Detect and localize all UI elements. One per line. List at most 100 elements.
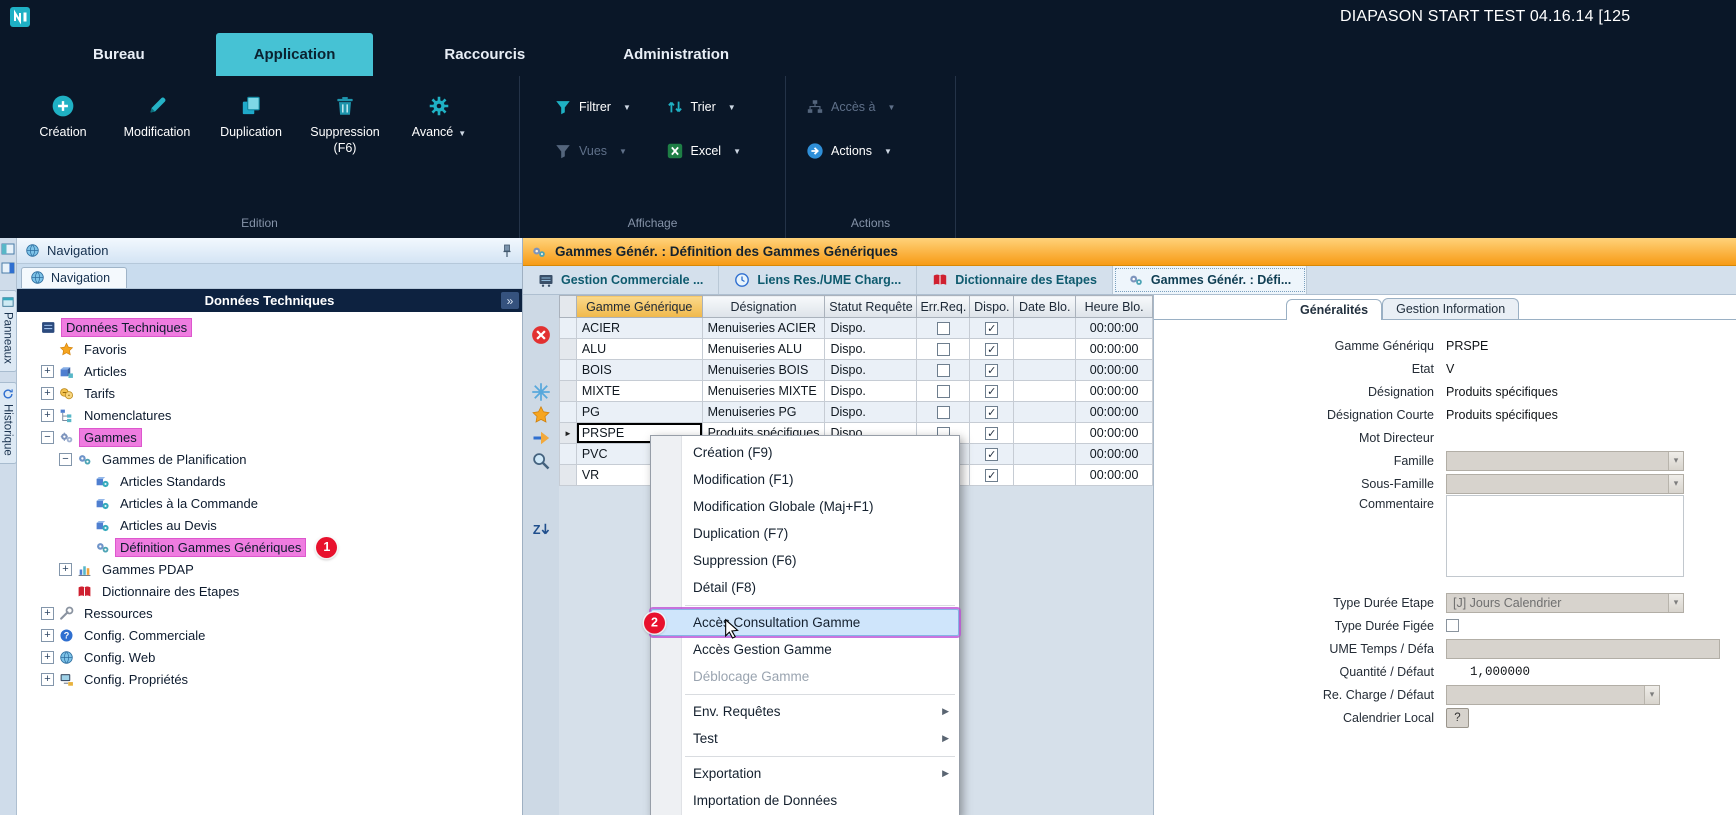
expand-icon[interactable]: + xyxy=(41,651,54,664)
row-selector[interactable] xyxy=(560,318,577,339)
expand-icon[interactable]: + xyxy=(41,673,54,686)
menu-item-env-requetes[interactable]: Env. Requêtes▶ xyxy=(651,698,959,725)
tree-item-gammes-pdap[interactable]: +Gammes PDAP xyxy=(17,558,522,580)
tab-navigation[interactable]: Navigation xyxy=(21,267,127,288)
search-button[interactable] xyxy=(531,451,551,471)
menu-item-importation-de-donnees[interactable]: Importation de Données xyxy=(651,787,959,814)
collapse-icon[interactable]: − xyxy=(41,431,54,444)
cell-err-req[interactable] xyxy=(917,381,970,402)
checkbox-dispo[interactable] xyxy=(985,406,998,419)
cell-gamme[interactable]: BOIS xyxy=(576,360,702,381)
checkbox-dispo[interactable] xyxy=(985,427,998,440)
grid-row-alu[interactable]: ALUMenuiseries ALUDispo.00:00:00 xyxy=(560,339,1153,360)
menu-item-creation-f9[interactable]: Création (F9) xyxy=(651,439,959,466)
tree-item-gammes[interactable]: −Gammes xyxy=(17,426,522,448)
tree-item-definition-gammes-generiques[interactable]: Définition Gammes Génériques1 xyxy=(17,536,522,558)
cell-heure-blo[interactable]: 00:00:00 xyxy=(1076,381,1153,402)
expand-icon[interactable]: + xyxy=(41,387,54,400)
column-header-statut-requete[interactable]: Statut Requête xyxy=(825,296,917,318)
filter-settings-button[interactable] xyxy=(531,382,551,402)
cell-err-req[interactable] xyxy=(917,402,970,423)
cell-date-blo[interactable] xyxy=(1014,423,1076,444)
cell-heure-blo[interactable]: 00:00:00 xyxy=(1076,465,1153,486)
checkbox-err-req[interactable] xyxy=(937,343,950,356)
cell-dispo[interactable] xyxy=(970,444,1014,465)
tab-generalites[interactable]: Généralités xyxy=(1286,299,1382,320)
column-header-gamme-generique[interactable]: Gamme Générique xyxy=(576,296,702,318)
cell-dispo[interactable] xyxy=(970,381,1014,402)
grid-row-acier[interactable]: ACIERMenuiseries ACIERDispo.00:00:00 xyxy=(560,318,1153,339)
cell-heure-blo[interactable]: 00:00:00 xyxy=(1076,402,1153,423)
menu-item-modification-globale-maj-f1[interactable]: Modification Globale (Maj+F1) xyxy=(651,493,959,520)
cell-statut[interactable]: Dispo. xyxy=(825,360,917,381)
excel-button[interactable]: Excel ▼ xyxy=(666,142,778,160)
cell-date-blo[interactable] xyxy=(1014,318,1076,339)
cell-gamme[interactable]: PG xyxy=(576,402,702,423)
tree-item-config-web[interactable]: +Config. Web xyxy=(17,646,522,668)
checkbox-dispo[interactable] xyxy=(985,343,998,356)
expand-icon[interactable]: + xyxy=(41,365,54,378)
cell-date-blo[interactable] xyxy=(1014,339,1076,360)
tab-administration[interactable]: Administration xyxy=(596,33,756,76)
cell-heure-blo[interactable]: 00:00:00 xyxy=(1076,318,1153,339)
cell-date-blo[interactable] xyxy=(1014,360,1076,381)
cell-designation[interactable]: Menuiseries BOIS xyxy=(702,360,825,381)
cell-date-blo[interactable] xyxy=(1014,444,1076,465)
tree-item-tarifs[interactable]: +Tarifs xyxy=(17,382,522,404)
cell-dispo[interactable] xyxy=(970,339,1014,360)
cell-gamme[interactable]: ACIER xyxy=(576,318,702,339)
cell-date-blo[interactable] xyxy=(1014,381,1076,402)
row-selector[interactable] xyxy=(560,444,577,465)
menu-item-detail-f8[interactable]: Détail (F8) xyxy=(651,574,959,601)
checkbox-err-req[interactable] xyxy=(937,322,950,335)
expand-icon[interactable]: + xyxy=(41,409,54,422)
row-selector[interactable] xyxy=(560,360,577,381)
tree-item-articles-au-devis[interactable]: Articles au Devis xyxy=(17,514,522,536)
form-textarea[interactable] xyxy=(1446,495,1684,577)
actions-button[interactable]: Actions ▼ xyxy=(806,142,928,160)
panel-tab-panneaux[interactable]: Panneaux xyxy=(0,290,17,372)
tab-dictionnaire-etapes[interactable]: Dictionnaire des Etapes xyxy=(917,266,1113,294)
row-selector[interactable] xyxy=(560,402,577,423)
row-selector[interactable]: ► xyxy=(560,423,577,444)
cell-heure-blo[interactable]: 00:00:00 xyxy=(1076,339,1153,360)
panel-layout-icon[interactable] xyxy=(1,261,15,275)
column-header-designation[interactable]: Désignation xyxy=(702,296,825,318)
expand-panel-button[interactable]: » xyxy=(501,292,519,309)
cell-designation[interactable]: Menuiseries ALU xyxy=(702,339,825,360)
tree-item-favoris[interactable]: Favoris xyxy=(17,338,522,360)
column-header-dispo[interactable]: Dispo. xyxy=(970,296,1014,318)
cell-date-blo[interactable] xyxy=(1014,465,1076,486)
favorites-button[interactable] xyxy=(531,405,551,425)
row-selector[interactable] xyxy=(560,465,577,486)
cell-designation[interactable]: Menuiseries MIXTE xyxy=(702,381,825,402)
menu-item-exportation[interactable]: Exportation▶ xyxy=(651,760,959,787)
tab-gammes-generiques[interactable]: Gammes Génér. : Défi... xyxy=(1113,266,1307,294)
tab-application[interactable]: Application xyxy=(216,33,374,76)
checkbox-err-req[interactable] xyxy=(937,364,950,377)
cell-designation[interactable]: Menuiseries PG xyxy=(702,402,825,423)
tab-gestion-information[interactable]: Gestion Information xyxy=(1382,298,1519,319)
cell-statut[interactable]: Dispo. xyxy=(825,402,917,423)
tree-item-donnees-techniques[interactable]: Données Techniques xyxy=(17,316,522,338)
tab-gestion-commerciale[interactable]: Gestion Commerciale ... xyxy=(523,266,719,294)
tree-item-articles[interactable]: +Articles xyxy=(17,360,522,382)
cell-err-req[interactable] xyxy=(917,360,970,381)
cell-statut[interactable]: Dispo. xyxy=(825,381,917,402)
cell-err-req[interactable] xyxy=(917,318,970,339)
filtrer-button[interactable]: Filtrer ▼ xyxy=(554,98,666,116)
menu-item-modification-f1[interactable]: Modification (F1) xyxy=(651,466,959,493)
tree-item-config-proprietes[interactable]: +Config. Propriétés xyxy=(17,668,522,690)
tree-item-dictionnaire-des-etapes[interactable]: Dictionnaire des Etapes xyxy=(17,580,522,602)
tab-bureau[interactable]: Bureau xyxy=(66,33,172,76)
tree-item-articles-standards[interactable]: Articles Standards xyxy=(17,470,522,492)
menu-item-acces-consultation-gamme[interactable]: Accès Consultation Gamme2 xyxy=(651,609,959,636)
collapse-icon[interactable]: − xyxy=(59,453,72,466)
column-header-heure-blo[interactable]: Heure Blo. xyxy=(1076,296,1153,318)
menu-item-acces-gestion-gamme[interactable]: Accès Gestion Gamme xyxy=(651,636,959,663)
tree-item-articles-a-la-commande[interactable]: Articles à la Commande xyxy=(17,492,522,514)
grid-row-pg[interactable]: PGMenuiseries PGDispo. 00:00:00 xyxy=(560,402,1153,423)
tab-raccourcis[interactable]: Raccourcis xyxy=(417,33,552,76)
pin-icon[interactable] xyxy=(501,244,514,258)
calendar-help-button[interactable]: ? xyxy=(1446,708,1469,728)
